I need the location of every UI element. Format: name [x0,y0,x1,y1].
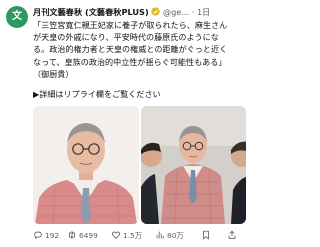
verified-badge-icon [151,7,160,17]
post-media[interactable] [33,106,246,224]
post-text-line: 「三笠宮寛仁親王妃家に養子が取られたら、麻生さん [33,20,228,30]
retweet-button[interactable]: 6499 [67,228,98,242]
bookmark-button[interactable] [201,228,213,242]
reply-button[interactable]: 192 [33,228,59,242]
post-photo-group[interactable] [141,106,246,224]
share-button[interactable] [227,228,239,242]
post-text-line: る。政治的権力者と天皇の権威との距離がぐっと近く [33,44,228,55]
retweet-count: 6499 [79,230,98,240]
views-button[interactable]: 80万 [155,228,184,242]
retweet-icon [69,230,75,240]
post-header: 月刊文藝春秋 (文藝春秋PLUS) @ge... · 1日 [33,5,246,19]
bookmark-icon [203,230,209,240]
post-text-line: が天皇の外戚になり、平安時代の藤原氏のようにな [33,32,219,43]
author-name[interactable]: 月刊文藝春秋 (文藝春秋PLUS) [33,7,149,17]
post-text-line: なって、皇族の政治的中立性が揺らぐ可能性もある」 [33,56,227,67]
share-icon [228,230,236,239]
post-actions: 192 6499 1.5万 80万 [33,228,250,242]
account-avatar[interactable]: 文 [6,6,28,28]
reply-count: 192 [45,230,60,240]
like-count: 1.5万 [123,230,143,240]
post-photo-portrait[interactable] [33,106,139,224]
like-button[interactable]: 1.5万 [111,228,142,242]
post-text: 「三笠宮寛仁親王妃家に養子が取られたら、麻生さん が天皇の外戚になり、平安時代の… [33,19,246,100]
heart-icon [111,231,121,239]
handle-and-time[interactable]: @ge... · 1日 [163,7,210,17]
reply-icon [34,231,42,240]
views-count: 80万 [167,230,184,240]
details-link-text: ▶詳細はリプライ欄をご覧ください [33,89,161,100]
post-text-line: （御厨貴） [33,68,74,79]
views-chart-icon [156,231,164,239]
